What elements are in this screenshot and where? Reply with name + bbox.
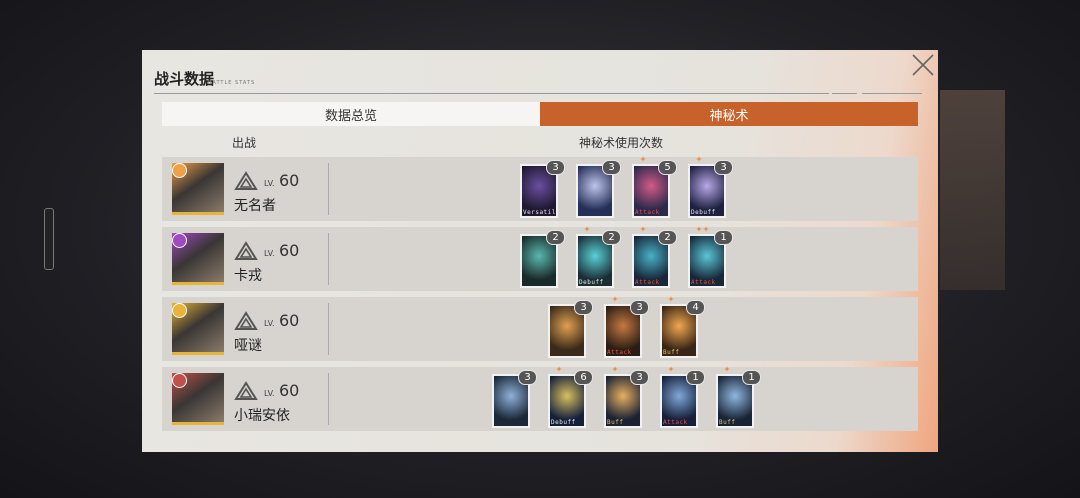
title-divider xyxy=(154,93,829,94)
star-icon xyxy=(640,226,646,232)
star-icon xyxy=(556,366,562,372)
star-icon xyxy=(640,156,646,162)
use-count-badge: 1 xyxy=(742,370,761,385)
character-avatar[interactable] xyxy=(172,163,224,215)
use-count-badge: 6 xyxy=(574,370,593,385)
card-type-label: Attack xyxy=(635,279,660,286)
use-count-badge: 1 xyxy=(686,370,705,385)
star-icon xyxy=(696,226,702,232)
level-label: LV. xyxy=(264,249,275,258)
use-count-badge: 3 xyxy=(546,160,565,175)
character-name: 小瑞安依 xyxy=(234,408,290,424)
rank-icon xyxy=(234,171,258,190)
character-avatar[interactable] xyxy=(172,303,224,355)
use-count-badge: 2 xyxy=(658,230,677,245)
use-count-badge: 3 xyxy=(630,370,649,385)
column-header-deployed: 出战 xyxy=(232,136,257,150)
card-type-label: Buff xyxy=(607,419,624,426)
use-count-badge: 4 xyxy=(686,300,705,315)
title-divider-segment xyxy=(862,93,922,94)
level-value: 60 xyxy=(279,311,300,330)
star-icon xyxy=(668,296,674,302)
tab-bar: 数据总览 神秘术 xyxy=(162,102,918,126)
star-icon xyxy=(584,226,590,232)
level-value: 60 xyxy=(279,381,300,400)
character-name: 无名者 xyxy=(234,198,276,214)
card-type-label: Debuff xyxy=(691,209,716,216)
character-avatar[interactable] xyxy=(172,233,224,285)
character-rows: LV. 60 无名者 Versatile 3 3 Attack 5 Debuff 3 LV. 60 卡戎… xyxy=(162,156,918,437)
card-type-label: Buff xyxy=(663,349,680,356)
use-count-badge: 3 xyxy=(630,300,649,315)
card-type-label: Debuff xyxy=(551,419,576,426)
star-icon xyxy=(696,156,702,162)
character-name: 哑谜 xyxy=(234,338,262,354)
character-row: LV. 60 哑谜 3 Attack 3 Buff 4 xyxy=(162,296,918,361)
level-value: 60 xyxy=(279,241,300,260)
tab-arcanum[interactable]: 神秘术 xyxy=(540,102,918,126)
panel-title: 战斗数据 xyxy=(154,70,215,88)
use-count-badge: 1 xyxy=(714,230,733,245)
card-type-label: Attack xyxy=(635,209,660,216)
character-row: LV. 60 小瑞安依 3 Debuff 6 Buff 3 Attack 1 Buff 1 xyxy=(162,366,918,431)
level-label: LV. xyxy=(264,319,275,328)
use-count-badge: 5 xyxy=(658,160,677,175)
use-count-badge: 2 xyxy=(546,230,565,245)
card-type-label: Attack xyxy=(691,279,716,286)
card-type-label: Buff xyxy=(719,419,736,426)
background-side-handle xyxy=(44,208,54,270)
card-type-label: Attack xyxy=(607,349,632,356)
star-icon xyxy=(612,296,618,302)
tab-data-overview[interactable]: 数据总览 xyxy=(162,102,540,126)
star-icon xyxy=(724,366,730,372)
star-icon xyxy=(668,366,674,372)
element-badge-icon xyxy=(172,303,187,318)
element-badge-icon xyxy=(172,163,187,178)
star-icon xyxy=(703,226,709,232)
row-divider xyxy=(328,303,329,355)
level-value: 60 xyxy=(279,171,300,190)
rank-icon xyxy=(234,311,258,330)
column-header-arcanum-usage: 神秘术使用次数 xyxy=(579,136,664,150)
element-badge-icon xyxy=(172,233,187,248)
card-type-label: Attack xyxy=(663,419,688,426)
use-count-badge: 3 xyxy=(574,300,593,315)
close-icon xyxy=(912,54,934,76)
level-label: LV. xyxy=(264,389,275,398)
use-count-badge: 2 xyxy=(602,230,621,245)
background-character-art xyxy=(940,90,1005,290)
row-divider xyxy=(328,163,329,215)
star-icon xyxy=(612,366,618,372)
use-count-badge: 3 xyxy=(518,370,537,385)
card-type-label: Debuff xyxy=(579,279,604,286)
row-divider xyxy=(328,233,329,285)
character-row: LV. 60 无名者 Versatile 3 3 Attack 5 Debuff 3 xyxy=(162,156,918,221)
title-divider-segment xyxy=(832,93,857,94)
use-count-badge: 3 xyxy=(714,160,733,175)
rank-icon xyxy=(234,241,258,260)
rank-icon xyxy=(234,381,258,400)
panel-subtitle: BATTLE STATS xyxy=(208,80,256,86)
character-name: 卡戎 xyxy=(234,268,262,284)
card-type-label: Versatile xyxy=(523,209,558,216)
character-avatar[interactable] xyxy=(172,373,224,425)
battle-stats-panel: 战斗数据 BATTLE STATS 数据总览 神秘术 出战 神秘术使用次数 LV… xyxy=(142,50,938,452)
use-count-badge: 3 xyxy=(602,160,621,175)
element-badge-icon xyxy=(172,373,187,388)
close-button[interactable] xyxy=(910,52,936,78)
row-divider xyxy=(328,373,329,425)
level-label: LV. xyxy=(264,179,275,188)
character-row: LV. 60 卡戎 2 Debuff 2 Attack 2 Attack 1 xyxy=(162,226,918,291)
